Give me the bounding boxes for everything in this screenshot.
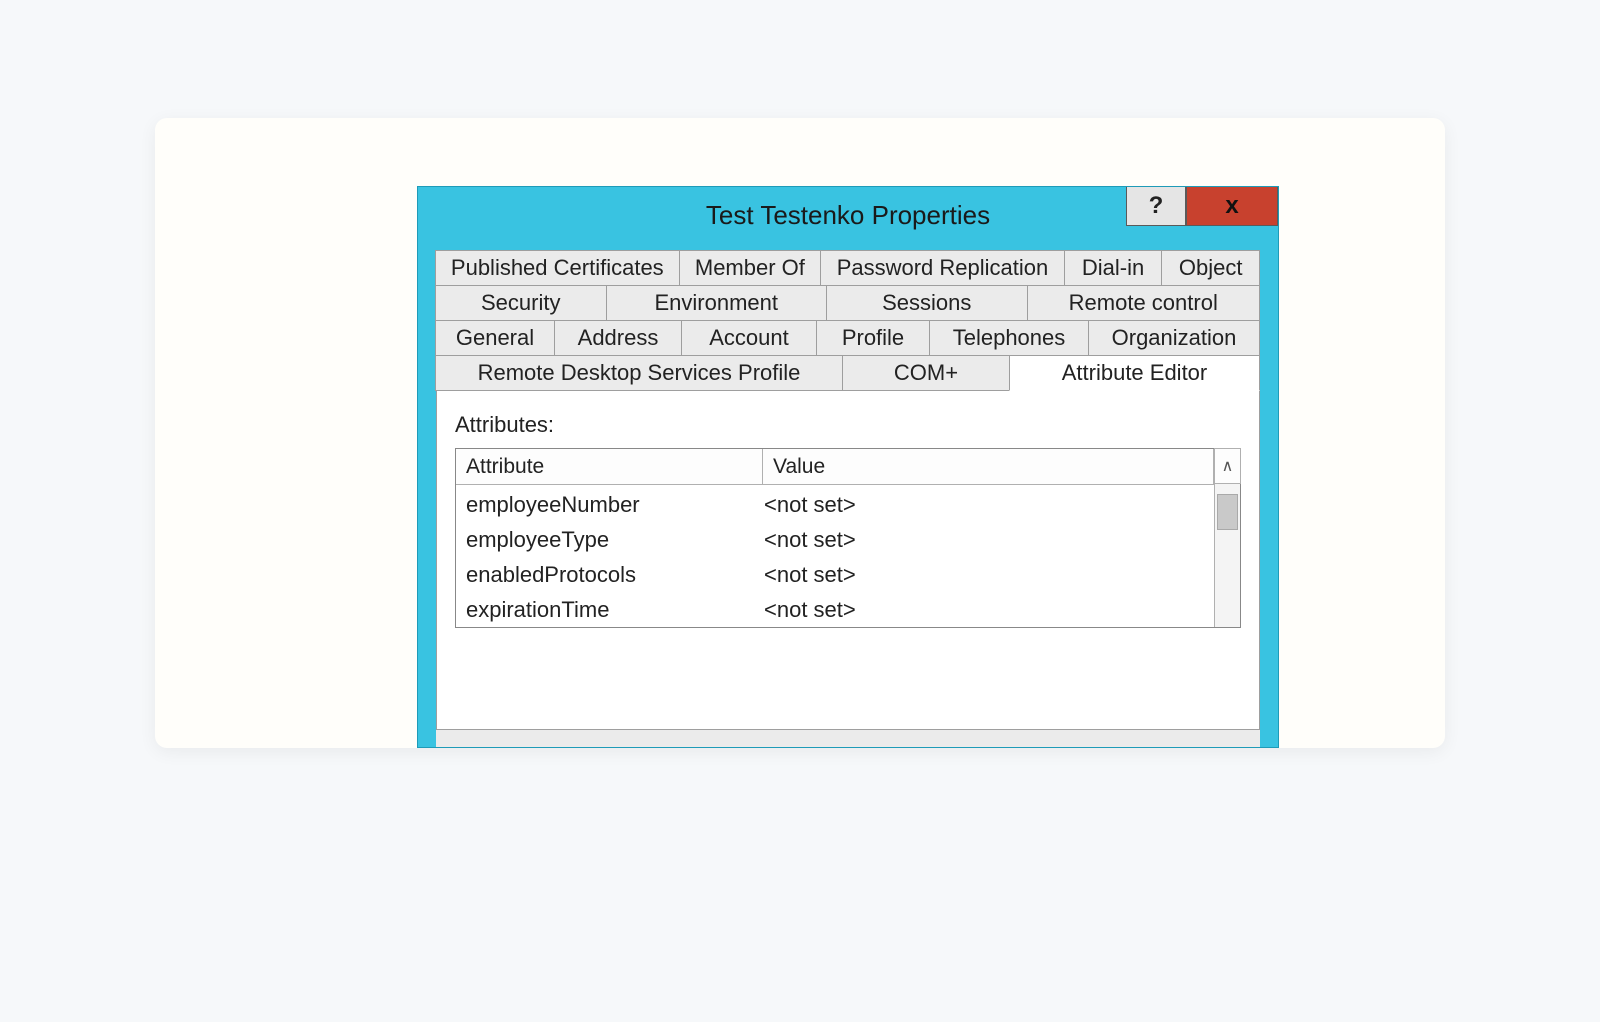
tab-published-certificates[interactable]: Published Certificates — [435, 250, 680, 286]
tab-password-replication[interactable]: Password Replication — [820, 250, 1065, 286]
attr-value: <not set> — [764, 562, 856, 588]
tab-dial-in[interactable]: Dial-in — [1064, 250, 1163, 286]
close-button[interactable]: x — [1186, 186, 1278, 226]
dialog-body: Published Certificates Member Of Passwor… — [436, 251, 1260, 747]
attr-name: expirationTime — [456, 597, 764, 623]
titlebar-buttons: ? x — [1126, 186, 1278, 232]
tab-security[interactable]: Security — [435, 285, 607, 321]
table-row[interactable]: enabledProtocols <not set> — [456, 557, 1214, 592]
tab-row-2: Security Environment Sessions Remote con… — [436, 286, 1260, 321]
attribute-rows: employeeNumber <not set> employeeType <n… — [456, 485, 1214, 627]
tab-member-of[interactable]: Member Of — [679, 250, 822, 286]
attr-name: enabledProtocols — [456, 562, 764, 588]
tab-object[interactable]: Object — [1161, 250, 1260, 286]
tab-profile[interactable]: Profile — [816, 320, 930, 356]
tab-row-1: Published Certificates Member Of Passwor… — [436, 251, 1260, 286]
attributes-header-row: Attribute Value — [456, 449, 1214, 485]
attributes-label: Attributes: — [455, 412, 1241, 438]
tab-panel-attribute-editor: Attributes: Attribute Value employeeNumb… — [436, 390, 1260, 730]
tab-telephones[interactable]: Telephones — [929, 320, 1089, 356]
tab-row-4: Remote Desktop Services Profile COM+ Att… — [436, 356, 1260, 391]
tab-environment[interactable]: Environment — [606, 285, 828, 321]
tab-general[interactable]: General — [435, 320, 555, 356]
attributes-list[interactable]: Attribute Value employeeNumber <not set>… — [456, 449, 1214, 627]
vertical-scrollbar[interactable]: ∧ — [1214, 449, 1240, 627]
tab-address[interactable]: Address — [554, 320, 682, 356]
column-header-value[interactable]: Value — [762, 449, 1214, 485]
tab-attribute-editor[interactable]: Attribute Editor — [1009, 355, 1260, 391]
tab-com-plus[interactable]: COM+ — [842, 355, 1010, 391]
tab-row-3: General Address Account Profile Telephon… — [436, 321, 1260, 356]
chevron-up-icon: ∧ — [1222, 456, 1234, 476]
table-row[interactable]: expirationTime <not set> — [456, 592, 1214, 627]
attributes-table: Attribute Value employeeNumber <not set>… — [455, 448, 1241, 628]
tab-remote-desktop-services-profile[interactable]: Remote Desktop Services Profile — [435, 355, 843, 391]
table-row[interactable]: employeeType <not set> — [456, 522, 1214, 557]
scrollbar-thumb[interactable] — [1217, 494, 1238, 530]
tab-organization[interactable]: Organization — [1088, 320, 1260, 356]
attr-value: <not set> — [764, 527, 856, 553]
tab-account[interactable]: Account — [681, 320, 817, 356]
tab-sessions[interactable]: Sessions — [826, 285, 1028, 321]
attr-name: employeeNumber — [456, 492, 764, 518]
table-row[interactable]: employeeNumber <not set> — [456, 487, 1214, 522]
titlebar: Test Testenko Properties ? x — [418, 187, 1278, 243]
properties-dialog: Test Testenko Properties ? x Published C… — [417, 186, 1279, 748]
attr-name: employeeType — [456, 527, 764, 553]
tab-remote-control[interactable]: Remote control — [1027, 285, 1261, 321]
attr-value: <not set> — [764, 492, 856, 518]
help-button[interactable]: ? — [1126, 186, 1186, 226]
scroll-up-button[interactable]: ∧ — [1214, 448, 1241, 484]
card-container: Test Testenko Properties ? x Published C… — [155, 118, 1445, 748]
attr-value: <not set> — [764, 597, 856, 623]
column-header-attribute[interactable]: Attribute — [456, 449, 763, 485]
